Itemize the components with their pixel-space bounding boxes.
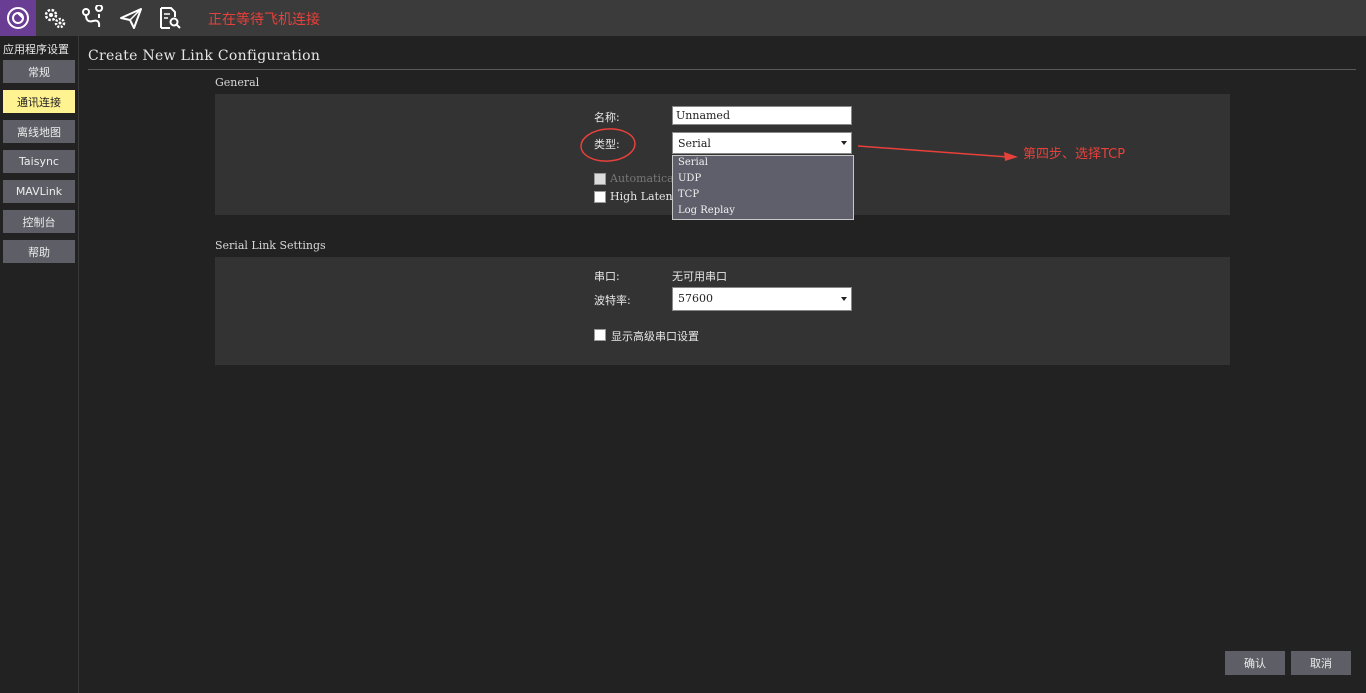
annotation-arrow-line [857,145,1009,158]
ok-button[interactable]: 确认 [1225,651,1285,675]
annotation-arrow-head [1004,152,1018,161]
annotation-overlay [580,128,1018,162]
annotation-text: 第四步、选择TCP [1023,147,1126,162]
annotation-circle [580,128,636,162]
cancel-button[interactable]: 取消 [1291,651,1351,675]
